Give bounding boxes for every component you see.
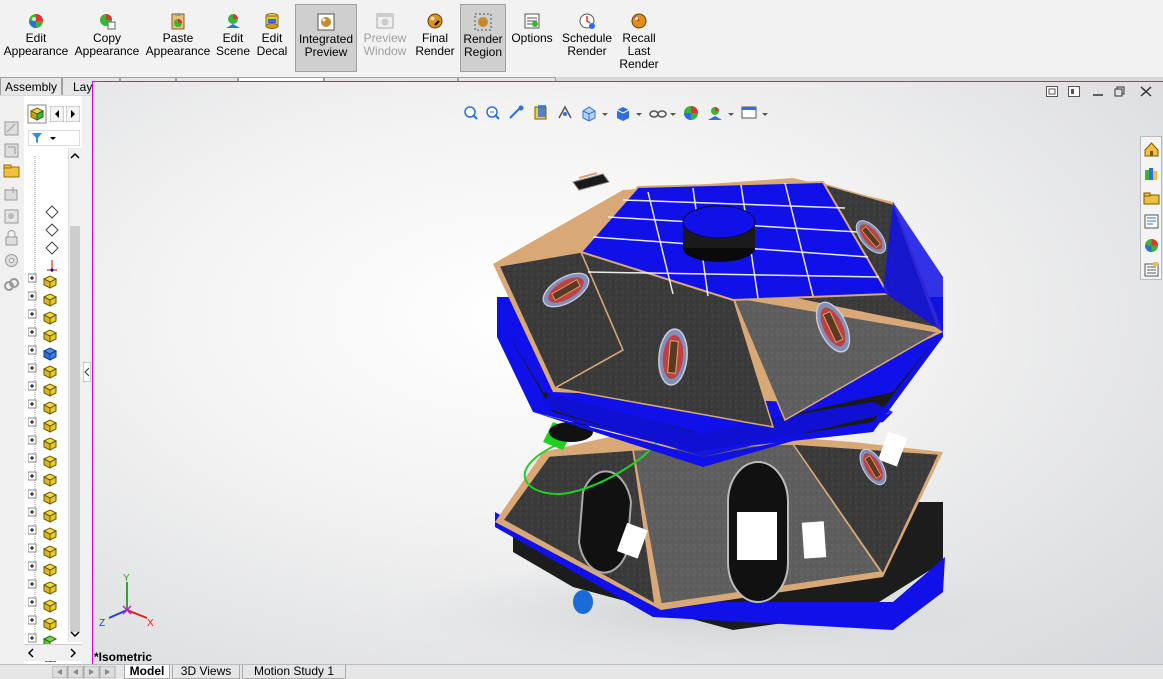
- settings-tool-icon[interactable]: [3, 252, 20, 269]
- edit-scene-label: Edit Scene: [215, 31, 251, 58]
- paste-appearance-icon: [169, 12, 187, 30]
- previous-view-icon[interactable]: [509, 105, 524, 119]
- tree-vertical-scrollbar[interactable]: [68, 148, 82, 642]
- final-render-label: Final Render: [415, 31, 455, 58]
- triad-z-label: Z: [99, 618, 105, 629]
- left-toolbar: [0, 96, 25, 678]
- triad-y-label: Y: [123, 573, 130, 584]
- restore-icon[interactable]: [1114, 86, 1126, 97]
- panel-splitter[interactable]: [82, 96, 92, 664]
- schedule-render-button[interactable]: Schedule Render: [560, 4, 614, 72]
- bottom-tab-bar: Model 3D Views Motion Study 1: [0, 664, 1163, 679]
- assembly-tree-icon[interactable]: [27, 104, 47, 124]
- tab-motion-study-1[interactable]: Motion Study 1: [242, 665, 346, 679]
- recall-last-render-button[interactable]: Recall Last Render: [617, 4, 661, 72]
- scroll-down-icon[interactable]: [69, 628, 81, 640]
- recall-last-render-label: Recall Last Render: [619, 31, 659, 71]
- appearances-icon[interactable]: [1143, 237, 1160, 254]
- appearance-ball-icon: [27, 12, 45, 30]
- close-icon[interactable]: [1140, 86, 1152, 97]
- edit-appearance-hud-icon[interactable]: [684, 106, 698, 120]
- preview-window-label: Preview Window: [363, 31, 407, 58]
- scroll-right-icon[interactable]: [68, 648, 78, 658]
- tab-3d-views[interactable]: 3D Views: [172, 665, 240, 679]
- apply-scene-icon[interactable]: [708, 107, 722, 120]
- tab-model[interactable]: Model: [124, 665, 170, 679]
- tree-toolbar: [24, 104, 82, 126]
- link-tool-icon[interactable]: [3, 276, 20, 293]
- preview-window-button[interactable]: Preview Window: [360, 4, 410, 72]
- integrated-preview-button[interactable]: Integrated Preview: [295, 4, 357, 72]
- tile-horizontal-icon[interactable]: [1046, 86, 1058, 97]
- lock-tool-icon[interactable]: [3, 230, 20, 247]
- section-view-icon[interactable]: [534, 105, 547, 120]
- hide-show-items-icon[interactable]: [649, 110, 667, 118]
- view-palette-icon[interactable]: [1143, 213, 1160, 230]
- custom-properties-icon[interactable]: [1143, 261, 1160, 278]
- decal-icon: [263, 12, 281, 30]
- graphics-viewport[interactable]: Y X Z *Isometric: [92, 81, 1163, 667]
- view-settings-icon[interactable]: [741, 106, 757, 119]
- render-region-icon: [474, 13, 492, 31]
- schedule-render-label: Schedule Render: [561, 31, 613, 58]
- dynamic-annotation-icon[interactable]: [558, 105, 572, 119]
- insert-tool-icon[interactable]: [3, 186, 20, 203]
- final-render-button[interactable]: Final Render: [414, 4, 456, 72]
- scroll-right-arrow-icon[interactable]: [66, 106, 80, 122]
- filter-icon[interactable]: [28, 130, 80, 146]
- schedule-render-icon: [578, 12, 596, 30]
- task-pane-strip: [1140, 136, 1162, 280]
- integrated-preview-label: Integrated Preview: [298, 32, 354, 59]
- sketch-tool-icon[interactable]: [3, 120, 20, 137]
- render-region-button[interactable]: Render Region: [460, 4, 506, 72]
- coordinate-triad: Y X Z: [99, 573, 154, 629]
- copy-appearance-icon: [98, 12, 116, 30]
- scroll-up-icon[interactable]: [69, 150, 81, 162]
- file-explorer-icon[interactable]: [1143, 189, 1160, 206]
- command-manager-ribbon: Edit Appearance Copy Appearance Paste Ap…: [0, 0, 1163, 77]
- minimize-icon[interactable]: [1092, 86, 1104, 97]
- preview-window-icon: [376, 12, 394, 30]
- copy-appearance-button[interactable]: Copy Appearance: [72, 4, 142, 72]
- zoom-to-area-icon[interactable]: [486, 106, 500, 120]
- zoom-to-fit-icon[interactable]: [464, 106, 478, 120]
- feature-manager-tree: [24, 96, 83, 664]
- options-icon: [523, 12, 541, 30]
- paste-appearance-button[interactable]: Paste Appearance: [144, 4, 212, 72]
- home-icon[interactable]: [1143, 141, 1160, 158]
- heads-up-view-toolbar: [462, 104, 782, 124]
- folder-tool-icon[interactable]: [3, 162, 20, 179]
- view-orientation-icon[interactable]: [582, 106, 596, 122]
- design-library-icon[interactable]: [1143, 165, 1160, 182]
- tab-navigation-arrows[interactable]: [52, 666, 116, 678]
- tab-assembly[interactable]: Assembly: [0, 77, 62, 95]
- options-button[interactable]: Options: [509, 4, 555, 72]
- tree-scroll-thumb[interactable]: [70, 226, 80, 632]
- edit-decal-button[interactable]: Edit Decal: [254, 4, 290, 72]
- dimension-tool-icon[interactable]: [3, 142, 20, 159]
- render-region-label: Render Region: [463, 32, 503, 59]
- image-tool-icon[interactable]: [3, 208, 20, 225]
- tile-vertical-icon[interactable]: [1068, 86, 1080, 97]
- scroll-left-icon[interactable]: [26, 648, 36, 658]
- plane-row: [45, 205, 59, 219]
- tree-horizontal-scrollbar[interactable]: [24, 644, 82, 661]
- edit-decal-label: Edit Decal: [256, 31, 288, 58]
- recall-render-icon: [630, 12, 648, 30]
- 3d-model[interactable]: [93, 82, 1163, 666]
- triad-x-label: X: [147, 618, 154, 629]
- edit-appearance-label: Edit Appearance: [3, 31, 69, 58]
- scene-icon: [224, 12, 242, 30]
- collapse-panel-icon[interactable]: [83, 362, 91, 382]
- edit-scene-button[interactable]: Edit Scene: [213, 4, 253, 72]
- view-orientation-label: *Isometric: [94, 650, 153, 664]
- integrated-preview-icon: [317, 13, 335, 31]
- display-style-icon[interactable]: [616, 107, 630, 121]
- options-label: Options: [511, 31, 553, 45]
- final-render-icon: [426, 12, 444, 30]
- scroll-left-arrow-icon[interactable]: [50, 106, 64, 122]
- paste-appearance-label: Paste Appearance: [145, 31, 211, 58]
- copy-appearance-label: Copy Appearance: [74, 31, 140, 58]
- edit-appearance-button[interactable]: Edit Appearance: [2, 4, 70, 72]
